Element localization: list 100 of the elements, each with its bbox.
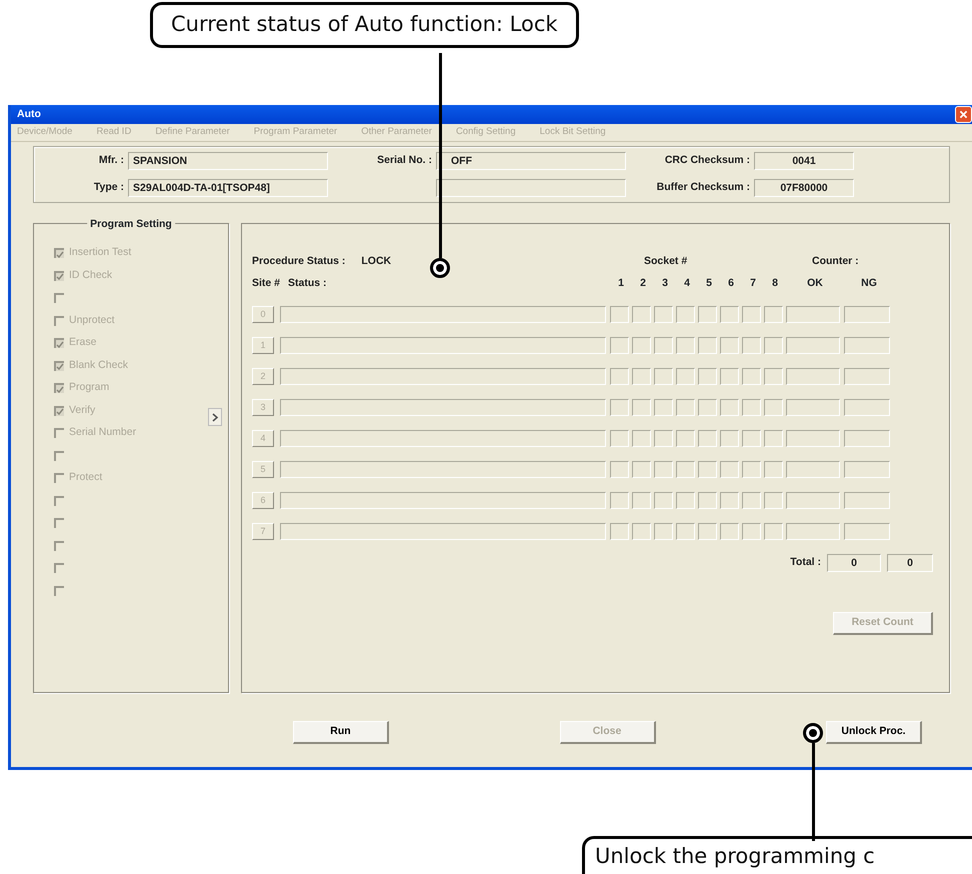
column-header: 4 [683,276,691,291]
column-header: OK [806,276,824,291]
socket-field [764,460,783,478]
socket-field [742,306,761,323]
socket-field [632,492,651,509]
column-header: Site # [252,276,280,291]
socket-field [764,368,783,385]
count-field [844,368,890,385]
callout-box: Unlock the programming c [582,836,972,874]
column-header: 8 [771,276,779,291]
socket-field [610,522,629,540]
window-button[interactable]: Run [293,721,389,744]
field-label: Type : [92,180,124,196]
socket-field [610,460,629,478]
socket-field [632,522,651,540]
socket-field [720,398,739,416]
procedure-status: LOCK [361,254,392,270]
socket-field [654,492,673,509]
socket-field [742,522,761,540]
window-button[interactable]: Unlock Proc. [826,721,922,744]
field-label: Buffer Checksum : [656,180,750,196]
column-header: Status : [288,276,327,291]
count-field [844,492,890,509]
socket-field [742,336,761,354]
checkbox-label: Erase [69,335,96,350]
callout-box: Current status of Auto function: Lock [150,2,579,48]
socket-field [698,336,717,354]
serial-field: OFF [436,152,626,170]
count-field [844,522,890,540]
total-ng-field: 0 [887,554,933,572]
socket-field [654,522,673,540]
column-header: 6 [727,276,735,291]
field-label: Procedure Status : [252,254,346,270]
socket-field [676,522,695,540]
count-field [844,460,890,478]
socket-field [764,306,783,323]
socket-field [698,398,717,416]
socket-field [676,430,695,447]
count-field [844,398,890,416]
column-header: 1 [617,276,625,291]
expand-button[interactable] [208,408,222,426]
count-field [844,430,890,447]
socket-field [654,460,673,478]
socket-field [676,368,695,385]
column-header: Socket # [644,254,688,270]
socket-field [720,492,739,509]
checkbox-label: Unprotect [69,312,115,328]
socket-field [632,430,651,447]
socket-field [742,460,761,478]
checkbox-label: Verify [69,402,96,418]
socket-field [698,522,717,540]
count-field [786,522,840,540]
type-field: S29AL004D-TA-01[TSOP48] [128,179,328,198]
socket-field [698,460,717,478]
socket-field [720,460,739,478]
mfr-field: SPANSION [128,152,328,170]
column-header: 7 [749,276,757,291]
buffer-field: 07F80000 [754,179,854,198]
socket-field [676,492,695,509]
socket-field [698,492,717,509]
column-header: NG [860,276,878,291]
field-label: Total : [790,554,821,570]
socket-field [632,306,651,323]
crc-field: 0041 [754,152,854,170]
socket-field [654,306,673,323]
socket-field [610,336,629,354]
socket-field [654,430,673,447]
count-field [844,306,890,323]
count-field [786,460,840,478]
socket-field [720,306,739,323]
checkbox-label: Blank Check [69,358,128,373]
socket-field [654,398,673,416]
close-icon[interactable] [955,106,972,123]
checkbox-label: Protect [69,470,102,486]
socket-field [698,306,717,323]
socket-field [632,398,651,416]
socket-field [764,398,783,416]
checkbox-label: Insertion Test [69,245,132,260]
field-label: Serial No. : [376,152,432,168]
column-header: 2 [639,276,647,291]
socket-field [764,430,783,447]
socket-field [720,368,739,385]
socket-field [632,336,651,354]
socket-field [764,492,783,509]
socket-field [610,398,629,416]
socket-field [742,430,761,447]
socket-field [676,306,695,323]
count-field [786,368,840,385]
field-label: Mfr. : [98,152,124,168]
column-header: 5 [705,276,713,291]
socket-field [742,398,761,416]
socket-field [720,336,739,354]
socket-field [742,492,761,509]
socket-field [676,336,695,354]
count-field [786,336,840,354]
total-ok-field: 0 [827,554,881,572]
socket-field [610,306,629,323]
count-field [786,492,840,509]
socket-field [654,368,673,385]
socket-field [720,522,739,540]
